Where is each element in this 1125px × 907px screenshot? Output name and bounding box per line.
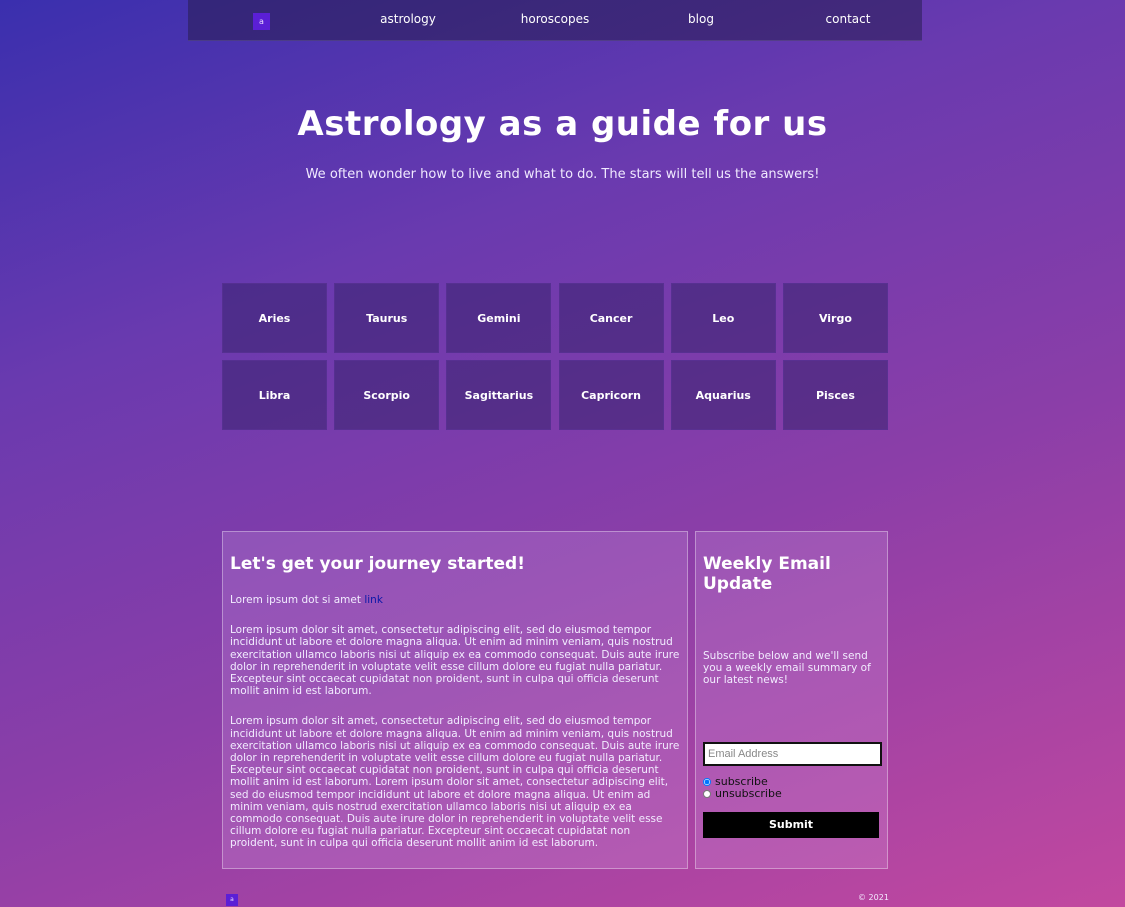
sign-tile-scorpio[interactable]: Scorpio — [334, 360, 440, 430]
sign-tile-pisces[interactable]: Pisces — [782, 360, 888, 430]
nav-link-astrology[interactable]: astrology — [348, 12, 468, 26]
hero-subtitle: We often wonder how to live and what to … — [305, 167, 820, 182]
sign-tile-gemini[interactable]: Gemini — [446, 283, 552, 353]
sign-tile-sagittarius[interactable]: Sagittarius — [446, 360, 552, 430]
nav-link-contact[interactable]: contact — [788, 12, 908, 26]
newsletter-text: Subscribe below and we'll send you a wee… — [703, 650, 871, 687]
subscription-options: subscribe unsubscribe — [703, 775, 880, 800]
sign-tile-cancer[interactable]: Cancer — [558, 283, 664, 353]
nav-link-blog[interactable]: blog — [641, 12, 761, 26]
journey-lead-text: Lorem ipsum dot si amet — [230, 594, 365, 606]
logo[interactable]: a — [253, 13, 270, 30]
submit-button[interactable]: Submit — [703, 811, 879, 838]
sign-tile-capricorn[interactable]: Capricorn — [558, 360, 664, 430]
footer-logo[interactable]: a — [226, 894, 238, 906]
unsubscribe-option[interactable]: unsubscribe — [703, 786, 880, 800]
top-nav: a astrology horoscopes blog contact — [188, 0, 922, 41]
sign-tile-libra[interactable]: Libra — [222, 360, 327, 430]
journey-paragraph-2: Lorem ipsum dolor sit amet, consectetur … — [230, 715, 680, 850]
subscribe-radio[interactable] — [703, 777, 711, 786]
sign-tile-virgo[interactable]: Virgo — [782, 283, 888, 353]
newsletter-card: Weekly Email Update Subscribe below and … — [695, 531, 888, 869]
unsubscribe-label: unsubscribe — [715, 786, 782, 800]
zodiac-grid: Aries Taurus Gemini Cancer Leo Virgo Lib… — [222, 283, 888, 430]
newsletter-title: Weekly Email Update — [703, 554, 831, 594]
journey-lead: Lorem ipsum dot si amet link — [230, 594, 680, 606]
journey-title: Let's get your journey started! — [230, 554, 525, 574]
copyright: © 2021 — [858, 893, 889, 902]
unsubscribe-radio[interactable] — [703, 789, 711, 798]
journey-link[interactable]: link — [364, 594, 383, 606]
sign-tile-aquarius[interactable]: Aquarius — [670, 360, 776, 430]
journey-card: Let's get your journey started! Lorem ip… — [222, 531, 688, 869]
sign-tile-taurus[interactable]: Taurus — [334, 283, 440, 353]
email-input[interactable] — [703, 741, 882, 766]
hero-title: Astrology as a guide for us — [297, 104, 828, 144]
sign-tile-aries[interactable]: Aries — [222, 283, 327, 353]
journey-paragraph-1: Lorem ipsum dolor sit amet, consectetur … — [230, 624, 680, 698]
nav-link-horoscopes[interactable]: horoscopes — [495, 12, 615, 26]
sign-tile-leo[interactable]: Leo — [670, 283, 776, 353]
